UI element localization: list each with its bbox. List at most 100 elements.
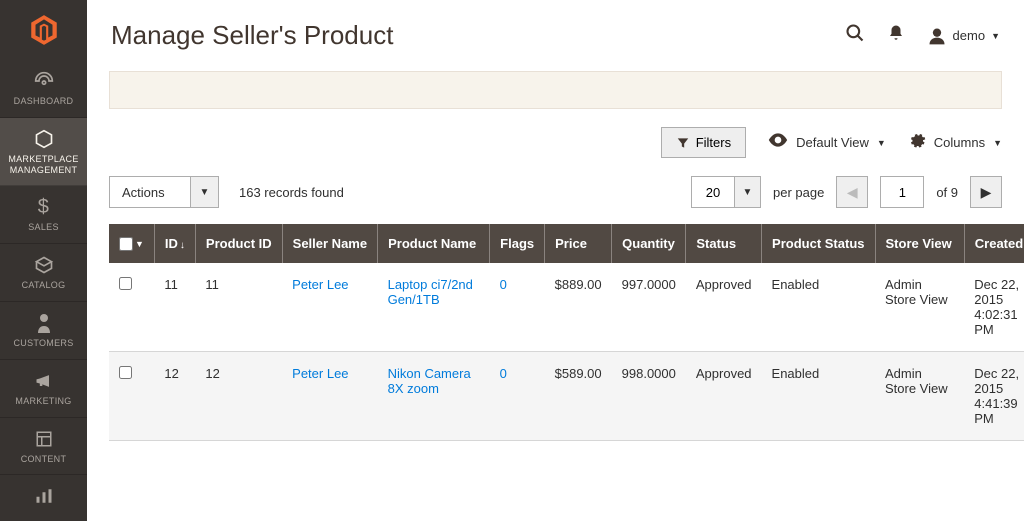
caret-down-icon: ▼: [877, 138, 886, 148]
user-name: demo: [953, 28, 986, 43]
cell-product-status: Enabled: [762, 263, 875, 352]
megaphone-icon: [34, 370, 54, 392]
col-product-name[interactable]: Product Name: [378, 224, 490, 263]
seller-link[interactable]: Peter Lee: [292, 277, 348, 292]
columns-label: Columns: [934, 135, 985, 150]
nav-label: MARKETPLACE MANAGEMENT: [4, 154, 83, 176]
caret-down-icon: ▼: [135, 239, 144, 249]
nav-customers[interactable]: CUSTOMERS: [0, 302, 87, 360]
caret-down-icon: ▼: [190, 177, 218, 207]
actions-select[interactable]: Actions ▼: [109, 176, 219, 208]
nav-label: SALES: [28, 222, 59, 233]
col-seller-name[interactable]: Seller Name: [282, 224, 377, 263]
row-checkbox[interactable]: [119, 277, 132, 290]
sort-arrow-icon: ↓: [180, 240, 185, 251]
cell-created: Dec 22, 2015 4:02:31 PM: [964, 263, 1024, 352]
nav-label: DASHBOARD: [14, 96, 74, 107]
hexagon-icon: [34, 128, 54, 150]
col-status[interactable]: Status: [686, 224, 762, 263]
per-page-label: per page: [773, 185, 824, 200]
nav-marketplace[interactable]: MARKETPLACE MANAGEMENT: [0, 118, 87, 187]
caret-down-icon: ▼: [734, 177, 760, 207]
nav-label: MARKETING: [15, 396, 71, 407]
cell-price: $889.00: [545, 263, 612, 352]
cell-status: Approved: [686, 263, 762, 352]
col-product-status[interactable]: Product Status: [762, 224, 875, 263]
nav-marketing[interactable]: MARKETING: [0, 360, 87, 418]
page-header: Manage Seller's Product demo ▼: [87, 0, 1024, 63]
cell-price: $589.00: [545, 352, 612, 441]
cell-id: 11: [154, 263, 195, 352]
filters-label: Filters: [696, 135, 731, 150]
nav-reports[interactable]: [0, 475, 87, 521]
col-flags[interactable]: Flags: [490, 224, 545, 263]
col-product-id[interactable]: Product ID: [195, 224, 282, 263]
col-select-all[interactable]: ▼: [109, 224, 154, 263]
actions-label: Actions: [110, 177, 190, 207]
funnel-icon: [676, 136, 690, 150]
cell-product-id: 12: [195, 352, 282, 441]
nav-label: CONTENT: [21, 454, 67, 465]
flags-link[interactable]: 0: [500, 277, 507, 292]
filters-button[interactable]: Filters: [661, 127, 746, 158]
dashboard-icon: [34, 70, 54, 92]
product-link[interactable]: Laptop ci7/2nd Gen/1TB: [388, 277, 473, 307]
table-row[interactable]: 1212 Peter Lee Nikon Camera 8X zoom 0 $589.0…: [109, 352, 1024, 441]
caret-down-icon: ▼: [993, 138, 1002, 148]
nav-label: CUSTOMERS: [13, 338, 73, 349]
main-content: Manage Seller's Product demo ▼ Filters: [87, 0, 1024, 521]
person-icon: [36, 312, 52, 334]
next-page-button[interactable]: ▶: [970, 176, 1002, 208]
seller-link[interactable]: Peter Lee: [292, 366, 348, 381]
col-store-view[interactable]: Store View: [875, 224, 964, 263]
sidebar: DASHBOARD MARKETPLACE MANAGEMENT $ SALES…: [0, 0, 87, 521]
flags-link[interactable]: 0: [500, 366, 507, 381]
select-all-checkbox[interactable]: [119, 237, 133, 251]
page-size-select[interactable]: ▼: [691, 176, 761, 208]
cell-product-status: Enabled: [762, 352, 875, 441]
eye-icon: [768, 133, 788, 152]
row-checkbox[interactable]: [119, 366, 132, 379]
page-of-label: of 9: [936, 185, 958, 200]
reports-icon: [35, 485, 53, 507]
user-icon: [927, 26, 947, 46]
cell-created: Dec 22, 2015 4:41:39 PM: [964, 352, 1024, 441]
col-price[interactable]: Price: [545, 224, 612, 263]
cell-store-view: Admin Store View: [875, 352, 964, 441]
grid-controls: Filters Default View ▼ Columns ▼ Actions: [87, 127, 1024, 224]
nav-label: CATALOG: [22, 280, 66, 291]
prev-page-button[interactable]: ◀: [836, 176, 868, 208]
user-menu[interactable]: demo ▼: [927, 26, 1000, 46]
cell-product-id: 11: [195, 263, 282, 352]
view-label: Default View: [796, 135, 869, 150]
search-icon[interactable]: [845, 23, 865, 48]
box-icon: [34, 254, 54, 276]
col-created[interactable]: Created: [964, 224, 1024, 263]
data-grid: ▼ ID↓ Product ID Seller Name Product Nam…: [87, 224, 1024, 441]
notifications-icon[interactable]: [887, 23, 905, 48]
nav-content[interactable]: CONTENT: [0, 418, 87, 476]
message-banner: [109, 71, 1002, 109]
col-quantity[interactable]: Quantity: [612, 224, 686, 263]
cell-id: 12: [154, 352, 195, 441]
default-view-menu[interactable]: Default View ▼: [768, 133, 886, 152]
page-size-input[interactable]: [692, 177, 734, 207]
nav-catalog[interactable]: CATALOG: [0, 244, 87, 302]
page-title: Manage Seller's Product: [111, 20, 393, 51]
col-id[interactable]: ID↓: [154, 224, 195, 263]
product-link[interactable]: Nikon Camera 8X zoom: [388, 366, 471, 396]
cell-qty: 998.0000: [612, 352, 686, 441]
cell-status: Approved: [686, 352, 762, 441]
layout-icon: [35, 428, 53, 450]
current-page-input[interactable]: [880, 176, 924, 208]
gear-icon: [908, 131, 926, 154]
nav-sales[interactable]: $ SALES: [0, 186, 87, 244]
table-row[interactable]: 1111 Peter Lee Laptop ci7/2nd Gen/1TB 0 $889…: [109, 263, 1024, 352]
table-header-row: ▼ ID↓ Product ID Seller Name Product Nam…: [109, 224, 1024, 263]
magento-logo: [0, 0, 87, 60]
cell-qty: 997.0000: [612, 263, 686, 352]
columns-menu[interactable]: Columns ▼: [908, 131, 1002, 154]
caret-down-icon: ▼: [991, 31, 1000, 41]
cell-store-view: Admin Store View: [875, 263, 964, 352]
nav-dashboard[interactable]: DASHBOARD: [0, 60, 87, 118]
